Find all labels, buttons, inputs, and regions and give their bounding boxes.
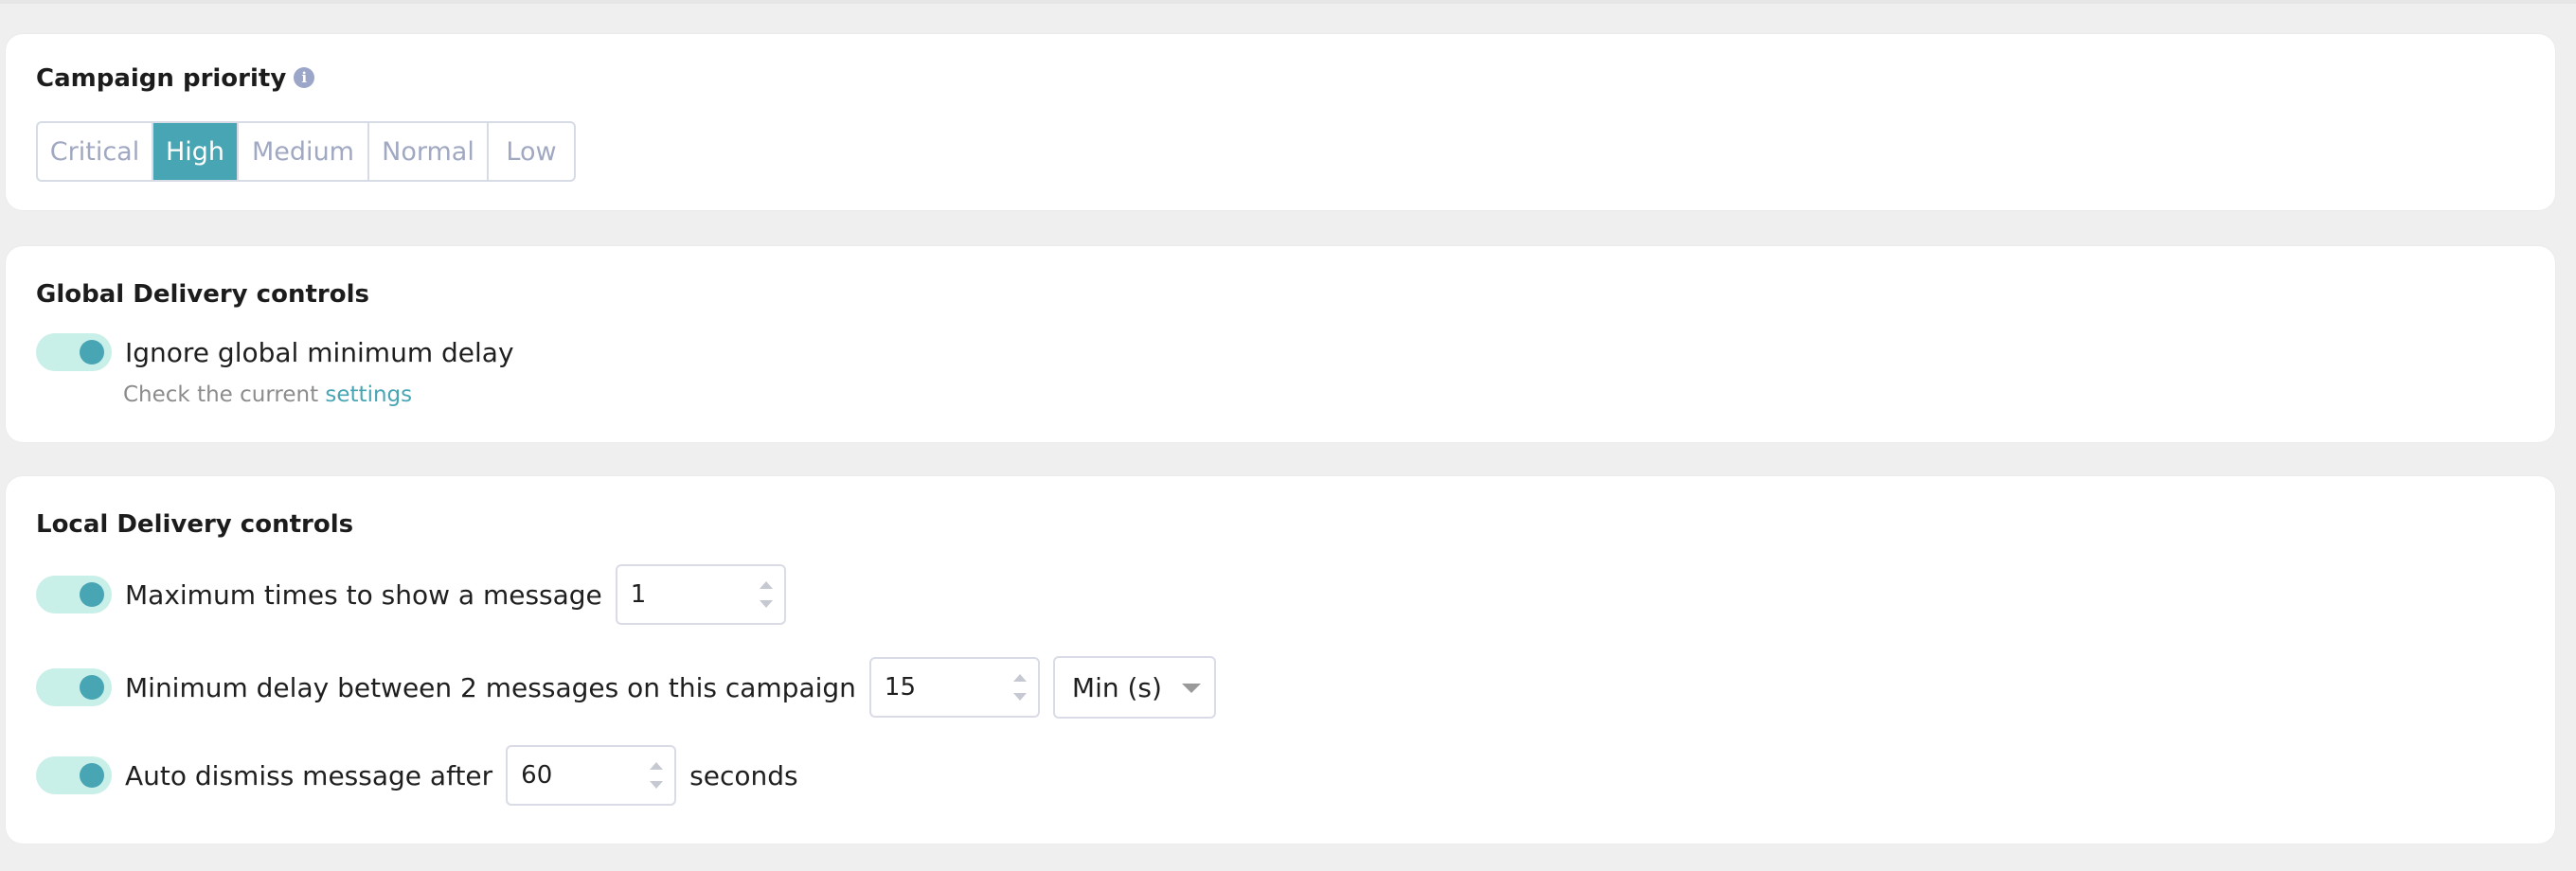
ignore-global-delay-row: Ignore global minimum delay <box>36 333 514 371</box>
info-icon[interactable]: i <box>294 66 315 88</box>
priority-segmented-control: Critical High Medium Normal Low <box>36 121 576 182</box>
min-delay-toggle[interactable] <box>36 668 112 706</box>
auto-dismiss-input[interactable] <box>521 747 635 804</box>
global-delivery-title: Global Delivery controls <box>36 280 369 309</box>
min-delay-unit-value: Min (s) <box>1071 671 1162 703</box>
max-times-toggle[interactable] <box>36 576 112 613</box>
ignore-global-delay-label: Ignore global minimum delay <box>125 336 514 368</box>
priority-option-critical[interactable]: Critical <box>38 123 153 180</box>
settings-link[interactable]: settings <box>325 382 412 407</box>
max-times-label: Maximum times to show a message <box>125 578 602 611</box>
priority-option-medium[interactable]: Medium <box>239 123 369 180</box>
auto-dismiss-row: Auto dismiss message after seconds <box>36 745 798 806</box>
stepper-up-icon[interactable] <box>759 581 773 589</box>
helper-text: Check the current <box>123 382 326 407</box>
max-times-input[interactable] <box>630 566 744 623</box>
top-divider <box>0 0 2576 4</box>
priority-option-low[interactable]: Low <box>489 123 574 180</box>
campaign-priority-title-text: Campaign priority <box>36 64 287 93</box>
max-times-stepper <box>615 564 786 625</box>
global-settings-helper: Check the current settings <box>123 382 412 407</box>
min-delay-row: Minimum delay between 2 messages on this… <box>36 656 1216 719</box>
min-delay-unit-select[interactable]: Min (s) <box>1052 656 1216 719</box>
min-delay-label: Minimum delay between 2 messages on this… <box>125 671 856 703</box>
priority-option-high[interactable]: High <box>153 123 239 180</box>
auto-dismiss-suffix: seconds <box>689 759 798 791</box>
local-delivery-card: Local Delivery controls Maximum times to… <box>6 476 2555 844</box>
global-delivery-card: Global Delivery controls Ignore global m… <box>6 246 2555 442</box>
stepper-up-icon[interactable] <box>650 762 664 770</box>
auto-dismiss-toggle[interactable] <box>36 756 112 794</box>
max-times-row: Maximum times to show a message <box>36 564 786 625</box>
auto-dismiss-label: Auto dismiss message after <box>125 759 493 791</box>
stepper-arrows[interactable] <box>759 578 773 612</box>
toggle-knob <box>80 582 104 607</box>
toggle-knob <box>80 340 104 364</box>
stepper-down-icon[interactable] <box>1012 693 1027 701</box>
stepper-arrows[interactable] <box>650 758 664 792</box>
campaign-priority-title: Campaign priority i <box>36 64 315 93</box>
local-delivery-title: Local Delivery controls <box>36 510 354 539</box>
stepper-up-icon[interactable] <box>1012 674 1027 682</box>
priority-option-normal[interactable]: Normal <box>369 123 489 180</box>
auto-dismiss-stepper <box>506 745 677 806</box>
stepper-arrows[interactable] <box>1012 670 1027 704</box>
toggle-knob <box>80 675 104 700</box>
stepper-down-icon[interactable] <box>759 600 773 608</box>
ignore-global-delay-toggle[interactable] <box>36 333 112 371</box>
min-delay-stepper <box>868 657 1040 718</box>
campaign-priority-card: Campaign priority i Critical High Medium … <box>6 34 2555 210</box>
stepper-down-icon[interactable] <box>650 781 664 789</box>
toggle-knob <box>80 763 104 788</box>
min-delay-input[interactable] <box>884 659 998 716</box>
chevron-down-icon <box>1181 684 1201 693</box>
